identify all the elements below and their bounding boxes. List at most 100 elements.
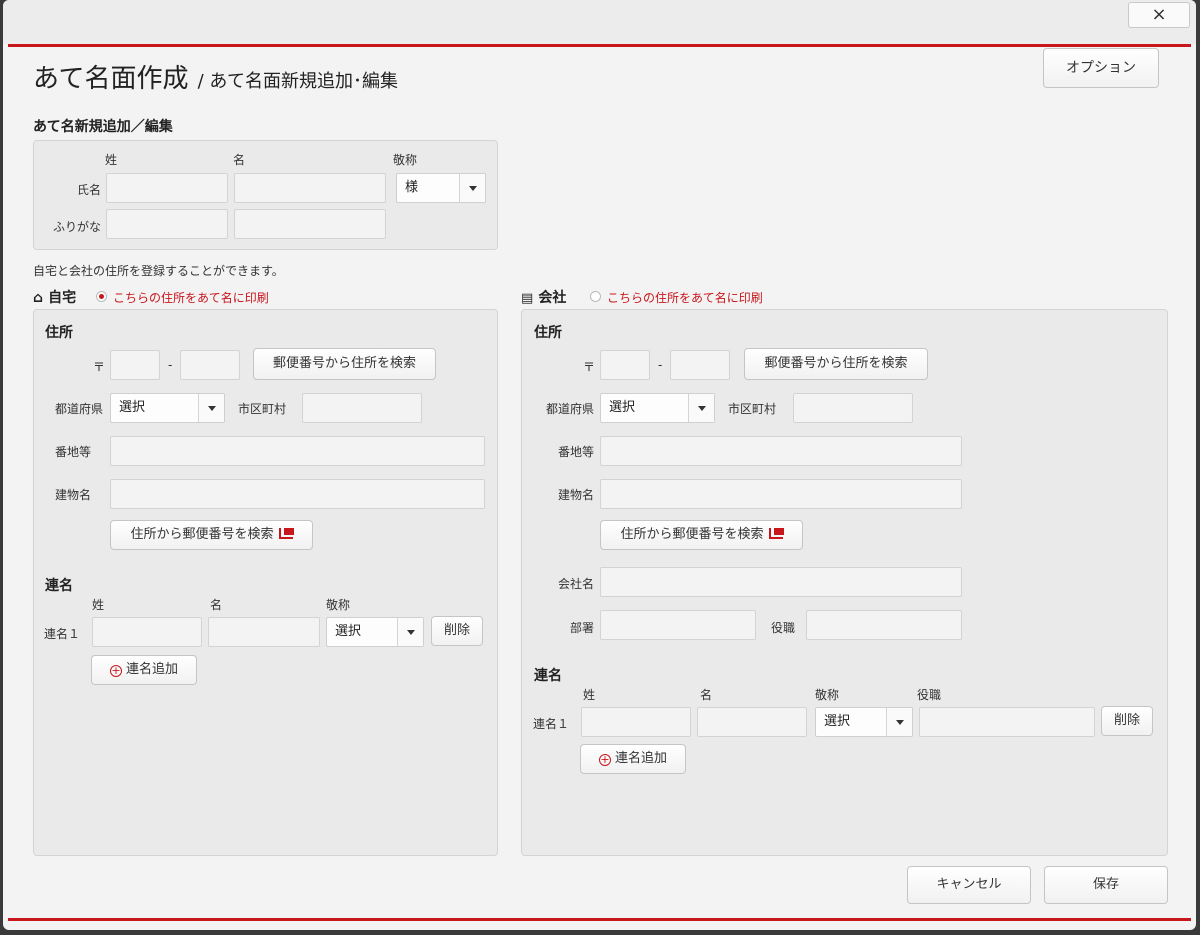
home-postal-code-2-input[interactable] (180, 350, 240, 380)
col-keisho-label: 敬称 (393, 153, 418, 167)
address-edit-dialog: × あて名面作成 / あて名面新規追加･編集 オプション あて名新規追加／編集 … (3, 0, 1196, 930)
footer-divider (8, 918, 1191, 921)
company-renmei-col-sei: 姓 (583, 688, 596, 702)
company-banchi-input[interactable] (600, 436, 962, 466)
option-button[interactable]: オプション (1043, 48, 1159, 88)
keisho-select[interactable]: 様 (396, 173, 486, 203)
company-renmei-delete-button[interactable]: 削除 (1101, 706, 1153, 736)
title-bar (3, 0, 1196, 44)
home-search-address-button[interactable]: 郵便番号から住所を検索 (253, 348, 436, 380)
home-renmei-keisho-select[interactable]: 選択 (326, 617, 424, 647)
name-row-label: 氏名 (76, 183, 101, 197)
home-renmei-sei-input[interactable] (92, 617, 202, 647)
company-renmei-keisho-select[interactable]: 選択 (815, 707, 913, 737)
home-renmei-col-keisho: 敬称 (326, 598, 351, 612)
company-city-input[interactable] (793, 393, 913, 423)
company-renmei-col-keisho: 敬称 (815, 688, 840, 702)
home-postal-mark: 〒 (93, 360, 106, 374)
chevron-down-icon (459, 174, 485, 202)
company-search-address-button[interactable]: 郵便番号から住所を検索 (744, 348, 928, 380)
company-postal-code-2-input[interactable] (670, 350, 730, 380)
home-icon: ⌂ (33, 290, 44, 306)
map-icon (278, 528, 294, 539)
home-postal-code-1-input[interactable] (110, 350, 160, 380)
home-banchi-label: 番地等 (54, 445, 91, 459)
home-building-input[interactable] (110, 479, 485, 509)
plus-circle-icon: + (109, 664, 122, 677)
company-print-radio-label[interactable]: こちらの住所をあて名に印刷 (607, 289, 763, 306)
company-add-renmei-label: 連名追加 (614, 751, 667, 766)
company-name-input[interactable] (600, 567, 962, 597)
company-search-postal-button[interactable]: 住所から郵便番号を検索 (600, 520, 803, 550)
home-prefecture-label: 都道府県 (54, 402, 103, 416)
home-prefecture-select[interactable]: 選択 (110, 393, 225, 423)
company-city-label: 市区町村 (728, 402, 777, 416)
company-add-renmei-button[interactable]: + 連名追加 (580, 744, 686, 774)
home-renmei-keisho-value: 選択 (335, 624, 362, 639)
home-renmei-delete-button[interactable]: 削除 (431, 616, 483, 646)
map-icon (768, 528, 784, 539)
company-position-input[interactable] (806, 610, 962, 640)
home-prefecture-value: 選択 (119, 400, 146, 415)
close-button[interactable]: × (1128, 2, 1190, 28)
company-renmei-keisho-value: 選択 (824, 714, 851, 729)
home-title: 自宅 (48, 290, 77, 306)
company-renmei-position-input[interactable] (919, 707, 1095, 737)
page-subtitle: / あて名面新規追加･編集 (197, 71, 399, 92)
col-sei-label: 姓 (105, 153, 118, 167)
company-renmei-col-position: 役職 (917, 688, 942, 702)
save-button[interactable]: 保存 (1044, 866, 1168, 904)
company-name-label: 会社名 (557, 577, 594, 591)
last-name-input[interactable] (106, 173, 228, 203)
company-renmei-row-label: 連名１ (533, 717, 570, 731)
company-department-input[interactable] (600, 610, 756, 640)
first-name-furigana-input[interactable] (234, 209, 386, 239)
home-banchi-input[interactable] (110, 436, 485, 466)
company-title: 会社 (538, 290, 567, 306)
home-address-heading: 住所 (45, 325, 73, 341)
company-print-radio[interactable] (590, 291, 601, 302)
page-title-group: あて名面作成 / あて名面新規追加･編集 (33, 58, 398, 95)
home-building-label: 建物名 (54, 488, 91, 502)
company-building-input[interactable] (600, 479, 962, 509)
company-renmei-mei-input[interactable] (697, 707, 807, 737)
last-name-furigana-input[interactable] (106, 209, 228, 239)
chevron-down-icon (198, 394, 224, 422)
company-prefecture-select[interactable]: 選択 (600, 393, 715, 423)
company-renmei-sei-input[interactable] (581, 707, 691, 737)
home-city-input[interactable] (302, 393, 422, 423)
address-note: 自宅と会社の住所を登録することができます。 (33, 264, 284, 278)
home-renmei-mei-input[interactable] (208, 617, 320, 647)
cancel-button[interactable]: キャンセル (907, 866, 1031, 904)
company-address-heading: 住所 (534, 325, 562, 341)
company-building-label: 建物名 (557, 488, 594, 502)
close-icon: × (1151, 4, 1167, 25)
company-search-postal-label: 住所から郵便番号を検索 (620, 527, 764, 542)
home-panel (33, 309, 498, 856)
company-renmei-heading: 連名 (534, 668, 562, 684)
home-add-renmei-label: 連名追加 (125, 662, 178, 677)
company-postal-mark: 〒 (583, 360, 596, 374)
home-search-postal-label: 住所から郵便番号を検索 (130, 527, 274, 542)
home-print-radio-label[interactable]: こちらの住所をあて名に印刷 (113, 289, 269, 306)
home-search-postal-button[interactable]: 住所から郵便番号を検索 (110, 520, 313, 550)
company-renmei-col-mei: 名 (700, 688, 713, 702)
first-name-input[interactable] (234, 173, 386, 203)
name-section-heading: あて名新規追加／編集 (33, 119, 173, 135)
chevron-down-icon (688, 394, 714, 422)
company-banchi-label: 番地等 (557, 445, 594, 459)
chevron-down-icon (886, 708, 912, 736)
company-postal-code-1-input[interactable] (600, 350, 650, 380)
company-header: ▤ 会社 (521, 287, 566, 307)
furigana-row-label: ふりがな (52, 220, 101, 234)
home-add-renmei-button[interactable]: + 連名追加 (91, 655, 197, 685)
company-postal-separator: - (658, 358, 663, 372)
header-divider (8, 44, 1191, 47)
company-prefecture-label: 都道府県 (545, 402, 594, 416)
plus-circle-icon: + (598, 753, 611, 766)
home-city-label: 市区町村 (238, 402, 287, 416)
company-prefecture-value: 選択 (609, 400, 636, 415)
home-print-radio[interactable] (96, 291, 107, 302)
company-department-label: 部署 (569, 621, 594, 635)
home-header: ⌂ 自宅 (33, 287, 76, 307)
